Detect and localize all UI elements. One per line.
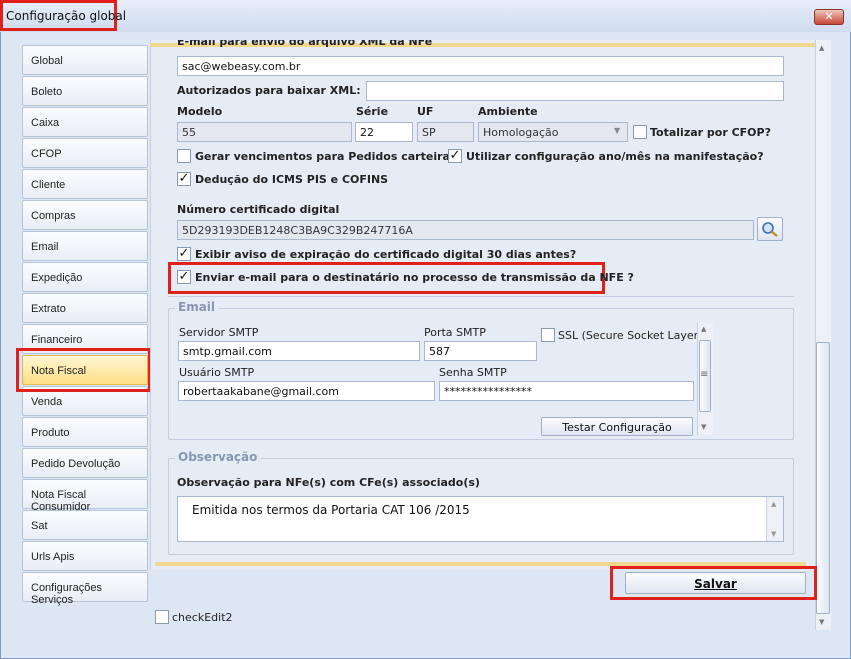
close-button[interactable]: ✕ [814,9,844,25]
aviso-label: Exibir aviso de expiração do certificado… [195,248,577,261]
window-title: Configuração global [6,9,127,23]
ambiente-value: Homologação [483,126,559,139]
email-group-title: Email [175,300,219,314]
uf-label: UF [417,105,434,118]
sidebar-item-label: Cliente [31,179,66,191]
scroll-down-icon[interactable]: ▼ [771,530,776,538]
ssl-checkbox[interactable] [541,328,555,342]
observacao-group-title: Observação [175,450,261,464]
servidor-label: Servidor SMTP [179,326,259,339]
sidebar-item-urls-apis[interactable]: Urls Apis [22,541,148,571]
grip-icon: ≡ [700,369,709,380]
aviso-checkbox[interactable]: ✓ [177,247,191,261]
sidebar-item-label: Venda [31,396,63,408]
sidebar-item-label: Expedição [31,272,83,284]
totalizar-label: Totalizar por CFOP? [650,126,771,139]
sidebar-item-cliente[interactable]: Cliente [22,169,148,199]
autorizados-label: Autorizados para baixar XML: [177,84,361,97]
usuario-label: Usuário SMTP [179,366,255,379]
sidebar-item-compras[interactable]: Compras [22,200,148,230]
sidebar-item-produto[interactable]: Produto [22,417,148,447]
certificado-input[interactable]: 5D293193DEB1248C3BA9C329B247716A [177,220,754,240]
scroll-down-icon[interactable]: ▼ [701,423,706,431]
sidebar-item-label: Produto [31,427,70,439]
gerar-checkbox[interactable] [177,149,191,163]
sidebar-item-label: Compras [31,210,76,222]
scroll-up-icon[interactable]: ▲ [819,44,824,52]
save-button[interactable]: Salvar [625,572,806,594]
sidebar-item-label: Caixa [31,117,60,129]
usuario-input[interactable]: robertaakabane@gmail.com [178,381,435,401]
sidebar-item-email[interactable]: Email [22,231,148,261]
email-nfe-label: E-mail para envio do arquivo XML da NFe [177,40,433,48]
sidebar-item-label: Financeiro [31,334,83,346]
sidebar-item-global[interactable]: Global [22,45,148,75]
email-nfe-input[interactable]: sac@webeasy.com.br [177,56,784,76]
title-bar [0,0,851,32]
utilizar-checkbox[interactable]: ✓ [448,149,462,163]
serie-input[interactable]: 22 [355,122,413,142]
deducao-label: Dedução do ICMS PIS e COFINS [195,173,389,186]
sidebar-item-nota-fiscal-consumidor[interactable]: Nota Fiscal Consumidor [22,479,148,513]
deducao-checkbox[interactable]: ✓ [177,172,191,186]
scroll-up-icon[interactable]: ▲ [771,500,776,508]
servidor-input[interactable]: smtp.gmail.com [178,341,420,361]
testar-button[interactable]: Testar Configuração [541,417,693,436]
active-item-highlight [16,348,151,392]
enviar-label: Enviar e-mail para o destinatário no pro… [195,271,634,284]
checkedit2-checkbox[interactable] [155,610,169,624]
sidebar-item-label: CFOP [31,148,62,160]
uf-input[interactable]: SP [417,122,474,142]
divider [168,296,794,297]
autorizados-input[interactable] [366,81,784,101]
sidebar-item-pedido-devolucao[interactable]: Pedido Devolução [22,448,148,478]
porta-label: Porta SMTP [424,326,486,339]
main-scroll-thumb[interactable] [816,342,830,614]
scroll-down-icon[interactable]: ▼ [819,618,824,626]
modelo-label: Modelo [177,105,223,118]
serie-label: Série [356,105,389,118]
certificado-label: Número certificado digital [177,203,340,216]
gerar-label: Gerar vencimentos para Pedidos carteira? [195,150,457,163]
senha-input[interactable]: **************** [439,381,694,401]
senha-label: Senha SMTP [439,366,507,379]
sidebar-item-label: Pedido Devolução [31,458,121,470]
sidebar-item-label: Sat [31,520,48,532]
utilizar-label: Utilizar configuração ano/mês na manifes… [466,150,764,163]
totalizar-checkbox[interactable] [633,125,647,139]
sidebar-item-sat[interactable]: Sat [22,510,148,540]
modelo-input[interactable]: 55 [177,122,352,142]
sidebar-item-extrato[interactable]: Extrato [22,293,148,323]
search-icon [762,222,778,237]
search-button[interactable] [757,217,783,241]
sidebar-item-label: Urls Apis [31,551,75,563]
chevron-down-icon[interactable]: ▼ [614,126,620,135]
ambiente-select[interactable]: Homologação [478,122,628,142]
ssl-label: SSL (Secure Socket Layer)? [558,329,709,342]
sidebar-item-caixa[interactable]: Caixa [22,107,148,137]
sidebar-item-boleto[interactable]: Boleto [22,76,148,106]
ambiente-label: Ambiente [478,105,538,118]
porta-input[interactable]: 587 [424,341,537,361]
sidebar-item-label: Global [31,55,63,67]
enviar-checkbox[interactable]: ✓ [177,270,191,284]
sidebar-item-label: Boleto [31,86,63,98]
sidebar-item-cfop[interactable]: CFOP [22,138,148,168]
scroll-up-icon[interactable]: ▲ [701,325,706,333]
sidebar-item-label: Extrato [31,303,66,315]
sidebar-item-configuracoes-servicos[interactable]: Configurações Serviços [22,572,148,606]
observacao-label: Observação para NFe(s) com CFe(s) associ… [177,476,480,489]
observacao-textarea[interactable]: Emitida nos termos da Portaria CAT 106 /… [177,496,784,542]
sidebar-item-expedicao[interactable]: Expedição [22,262,148,292]
sidebar-item-label: Email [31,241,59,253]
clipped-label-wrap: E-mail para envio do arquivo XML da NFe [177,40,777,49]
checkedit2-label: checkEdit2 [172,611,233,624]
